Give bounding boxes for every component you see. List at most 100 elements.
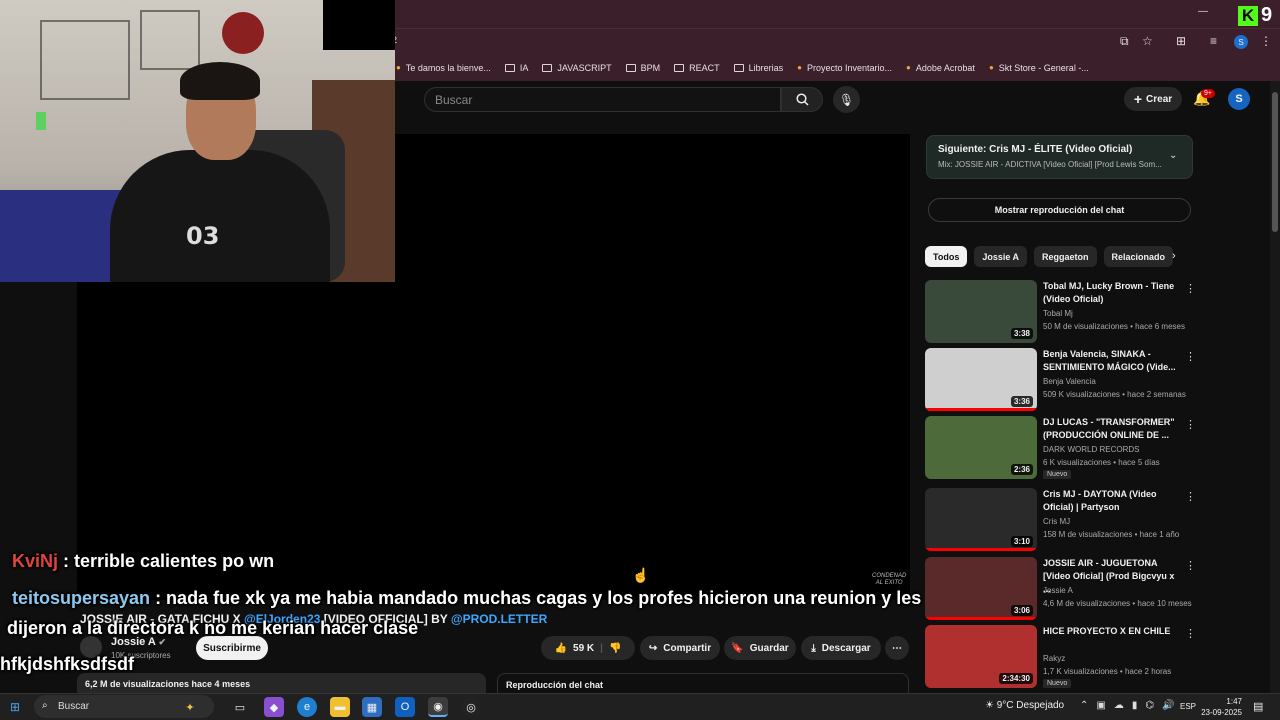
download-button[interactable]: ⤓ Descargar [801, 636, 881, 660]
video-thumbnail[interactable]: 3:36 [925, 348, 1037, 411]
recommended-video[interactable]: 3:06 JOSSIE AIR - JUGUETONA [Video Oficia… [925, 557, 1196, 621]
browser-menu-icon[interactable]: ⋮ [1260, 34, 1272, 48]
person-hair [180, 62, 260, 100]
filter-chip[interactable]: Jossie A [974, 246, 1028, 267]
more-vertical-icon[interactable]: ⋮ [1185, 282, 1196, 295]
bookmark-item[interactable]: ● Skt Store - General -... [989, 63, 1089, 73]
onedrive-icon[interactable]: ☁ [1114, 700, 1124, 711]
bookmark-item[interactable]: IA [504, 63, 528, 73]
chevron-up-icon[interactable]: ⌃ [1080, 700, 1088, 711]
share-button[interactable]: ↪ Compartir [640, 636, 720, 660]
file-explorer-icon[interactable]: ▬ [330, 697, 350, 717]
weather-widget[interactable]: ☀ 9°C Despejado [985, 700, 1064, 711]
recommended-video[interactable]: 3:10 Cris MJ - DAYTONA (Video Oficial) | … [925, 488, 1196, 552]
media-control-icon[interactable]: ≡ [1210, 34, 1217, 48]
chevron-down-icon[interactable]: ⌄ [1169, 150, 1177, 161]
filter-chip[interactable]: Todos [925, 246, 968, 267]
account-avatar[interactable]: S [1228, 88, 1250, 110]
recommended-video[interactable]: 3:36 Benja Valencia, SINAKA - SENTIMIENTO… [925, 348, 1196, 412]
filter-chip[interactable]: Relacionado [1103, 246, 1174, 267]
show-chat-replay-button[interactable]: Mostrar reproducción del chat [928, 198, 1191, 222]
viewer-badge: K 9 [1238, 4, 1272, 27]
channel-name[interactable]: Rakyz [1043, 654, 1065, 663]
task-view-icon[interactable]: ▭ [230, 697, 250, 717]
subscribe-button[interactable]: Suscribirme [196, 636, 268, 660]
up-next-mix-box[interactable]: Siguiente: Cris MJ - ÉLITE (Video Oficia… [926, 135, 1193, 179]
folder-icon [625, 63, 636, 72]
chevron-right-icon[interactable]: › [1172, 250, 1176, 262]
copilot-sparkle-icon[interactable]: ✦ [180, 697, 200, 717]
obs-app-icon[interactable]: ◎ [461, 697, 481, 717]
video-meta: 50 M de visualizaciones • hace 6 meses [1043, 322, 1185, 331]
channel-name[interactable]: Tobal Mj [1043, 309, 1073, 318]
video-duration: 2:34:30 [999, 673, 1033, 684]
video-meta: 1,7 K visualizaciones • hace 2 horas [1043, 667, 1172, 676]
video-thumbnail[interactable]: 3:38 [925, 280, 1037, 343]
mention-link-2[interactable]: @PROD.LETTER [451, 612, 547, 626]
browser-profile-avatar[interactable]: S [1234, 35, 1248, 49]
more-vertical-icon[interactable]: ⋮ [1185, 418, 1196, 431]
battery-icon[interactable]: ▮ [1132, 700, 1138, 711]
recommended-video[interactable]: 3:38 Tobal MJ, Lucky Brown - Tiene (Video… [925, 280, 1196, 344]
thumbs-down-icon[interactable]: 👎 [609, 643, 621, 654]
video-title[interactable]: Benja Valencia, SINAKA - SENTIMIENTO MÁG… [1043, 348, 1181, 374]
recommended-video[interactable]: 2:36 DJ LUCAS - "TRANSFORMER" (PRODUCCIÓN… [925, 416, 1196, 480]
bookmark-item[interactable]: BPM [625, 63, 660, 73]
store-app-icon[interactable]: ▦ [362, 697, 382, 717]
create-button[interactable]: + Crear [1124, 87, 1182, 111]
video-thumbnail[interactable]: 3:10 [925, 488, 1037, 551]
filter-chip[interactable]: Reggaeton [1034, 246, 1097, 267]
video-title[interactable]: HICE PROYECTO X EN CHILE [1043, 625, 1181, 638]
channel-name[interactable]: Jossie A [1043, 586, 1073, 595]
bookmark-star-icon[interactable]: ☆ [1142, 34, 1153, 48]
video-duration: 3:36 [1010, 396, 1033, 407]
taskbar-clock[interactable]: 1:47 23-09-2025 [1200, 696, 1242, 718]
tray-app-icon[interactable]: ▣ [1096, 700, 1105, 711]
channel-name[interactable]: Cris MJ [1043, 517, 1070, 526]
search-button[interactable] [781, 87, 823, 112]
video-thumbnail[interactable]: 2:36 [925, 416, 1037, 479]
video-thumbnail[interactable]: 2:34:30 [925, 625, 1037, 688]
bookmark-item[interactable]: REACT [674, 63, 720, 73]
language-indicator[interactable]: ESP [1180, 702, 1196, 711]
bookmark-item[interactable]: JAVASCRIPT [542, 63, 612, 73]
channel-name[interactable]: DARK WORLD RECORDS [1043, 445, 1139, 454]
video-title[interactable]: Cris MJ - DAYTONA (Video Oficial) | Part… [1043, 488, 1181, 514]
scrollbar-thumb[interactable] [1272, 92, 1278, 232]
copilot-app-icon[interactable]: ◆ [264, 697, 284, 717]
bookmark-item[interactable]: ● Te damos la bienve... [396, 63, 491, 73]
volume-icon[interactable]: 🔊 [1162, 700, 1174, 711]
video-watermark: CONDENAD AL EXITO [872, 573, 907, 586]
more-vertical-icon[interactable]: ⋮ [1185, 559, 1196, 572]
video-thumbnail[interactable]: 3:06 [925, 557, 1037, 620]
chrome-app-icon[interactable]: ◉ [428, 697, 448, 717]
voice-search-button[interactable]: 🎙 [833, 86, 860, 113]
recommended-video[interactable]: 2:34:30 HICE PROYECTO X EN CHILE Rakyz 1,7 … [925, 625, 1196, 689]
bookmark-item[interactable]: ● Adobe Acrobat [906, 63, 975, 73]
weather-sun-icon: ☀ [985, 700, 994, 711]
window-minimize-button[interactable]: — [1198, 6, 1208, 17]
person-body [110, 150, 330, 282]
outlook-app-icon[interactable]: O [395, 697, 415, 717]
extensions-icon[interactable]: ⊞ [1176, 34, 1186, 48]
edge-app-icon[interactable]: e [297, 697, 317, 717]
more-vertical-icon[interactable]: ⋮ [1185, 490, 1196, 503]
more-actions-button[interactable]: ⋯ [885, 636, 909, 660]
thumbs-up-icon: 👍 [554, 642, 568, 654]
channel-name[interactable]: Benja Valencia [1043, 377, 1096, 386]
bookmark-item[interactable]: ● Proyecto Inventario... [797, 63, 892, 73]
notification-center-icon[interactable]: ▤ [1253, 700, 1263, 713]
install-app-icon[interactable]: ⧉ [1120, 34, 1129, 49]
network-icon[interactable]: ⌬ [1145, 700, 1154, 711]
more-vertical-icon[interactable]: ⋮ [1185, 350, 1196, 363]
system-tray[interactable]: ⌃ ▣ ☁ ▮ ⌬ 🔊 [1080, 700, 1175, 711]
windows-start-icon[interactable]: ⊞ [10, 700, 20, 714]
bookmark-item[interactable]: Librerias [733, 63, 783, 73]
jersey-number: 03 [186, 222, 220, 250]
video-title[interactable]: DJ LUCAS - "TRANSFORMER" (PRODUCCIÓN ONL… [1043, 416, 1181, 442]
save-button[interactable]: 🔖 Guardar [724, 636, 796, 660]
more-vertical-icon[interactable]: ⋮ [1185, 627, 1196, 640]
like-button[interactable]: 👍 59 K | 👎 [541, 636, 635, 660]
video-title[interactable]: Tobal MJ, Lucky Brown - Tiene (Video Ofi… [1043, 280, 1181, 306]
search-input[interactable]: Buscar [424, 87, 781, 112]
